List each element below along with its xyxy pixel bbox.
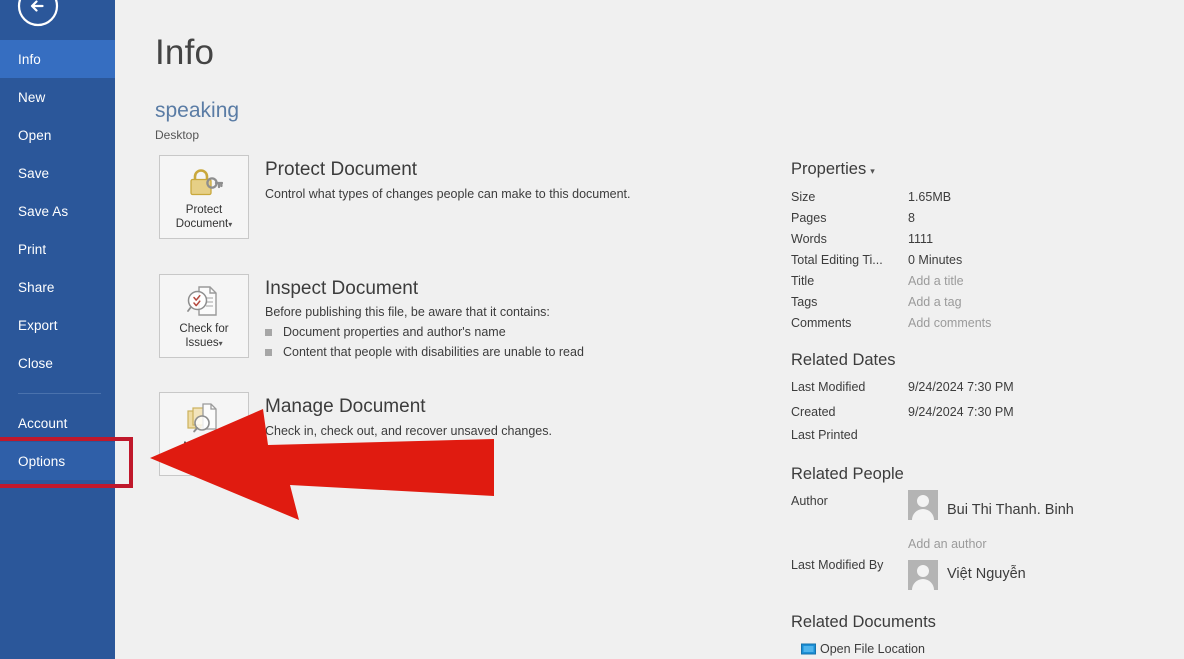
property-value-title[interactable]: Add a title [908, 274, 964, 288]
protect-document-button[interactable]: Protect Document▾ [159, 155, 249, 239]
chevron-down-icon[interactable]: ▾ [228, 220, 232, 229]
sidebar-item-label: Share [18, 279, 55, 295]
sidebar-item-label: Save [18, 165, 50, 181]
sidebar-item-label: Open [18, 127, 52, 143]
document-magnifier-icon [186, 283, 222, 319]
property-label-pages: Pages [791, 211, 827, 225]
sidebar-nav-list: Info New Open Save Save As Print Share E… [0, 40, 115, 480]
sidebar-item-save-as[interactable]: Save As [0, 192, 115, 230]
sidebar-item-open[interactable]: Open [0, 116, 115, 154]
protect-document-description: Control what types of changes people can… [265, 187, 631, 201]
chevron-down-icon[interactable]: ▾ [870, 166, 875, 176]
bullet-text: Document properties and author's name [283, 325, 506, 339]
property-value-size[interactable]: 1.65MB [908, 190, 951, 204]
related-documents-heading: Related Documents [791, 613, 936, 631]
sidebar-item-export[interactable]: Export [0, 306, 115, 344]
check-for-issues-button[interactable]: Check for Issues▾ [159, 274, 249, 358]
sidebar-item-print[interactable]: Print [0, 230, 115, 268]
manage-document-description: Check in, check out, and recover unsaved… [265, 424, 552, 438]
avatar-head [917, 565, 929, 577]
open-file-location-label: Open File Location [820, 642, 925, 656]
property-label-size: Size [791, 190, 816, 204]
inspect-document-bullet: Document properties and author's name [265, 325, 506, 339]
property-label-title: Title [791, 274, 815, 288]
bullet-square-icon [265, 328, 272, 336]
chevron-down-icon[interactable]: ▾ [219, 339, 223, 348]
property-value-pages[interactable]: 8 [908, 211, 915, 225]
avatar-body [912, 509, 934, 520]
sidebar-item-info[interactable]: Info [0, 40, 115, 78]
sidebar-item-save[interactable]: Save [0, 154, 115, 192]
protect-document-button-label: Protect Document▾ [175, 204, 233, 230]
last-modified-by-label: Last Modified By [791, 558, 884, 572]
sidebar-item-share[interactable]: Share [0, 268, 115, 306]
folder-open-icon [801, 643, 816, 655]
related-date-value-last-modified: 9/24/2024 7:30 PM [908, 380, 1014, 394]
sidebar-divider [18, 393, 101, 394]
avatar-head [917, 495, 929, 507]
sidebar-item-label: Save As [18, 203, 69, 219]
backstage-sidebar: Info New Open Save Save As Print Share E… [0, 0, 115, 659]
related-date-label-last-printed: Last Printed [791, 428, 858, 442]
sidebar-item-account[interactable]: Account [0, 404, 115, 442]
sidebar-item-label: New [18, 89, 46, 105]
padlock-key-icon [185, 164, 223, 200]
open-file-location-link[interactable]: Open File Location [801, 642, 925, 656]
inspect-document-description: Before publishing this file, be aware th… [265, 305, 550, 319]
property-value-tags[interactable]: Add a tag [908, 295, 962, 309]
manage-document-button[interactable]: Manage Document▾ [159, 392, 249, 476]
author-label: Author [791, 494, 828, 508]
bullet-text: Content that people with disabilities ar… [283, 345, 584, 359]
property-value-comments[interactable]: Add comments [908, 316, 991, 330]
bullet-square-icon [265, 348, 272, 356]
manage-document-button-label: Manage Document▾ [175, 441, 233, 467]
sidebar-item-label: Print [18, 241, 47, 257]
related-dates-heading: Related Dates [791, 351, 896, 369]
chevron-down-icon[interactable]: ▾ [228, 457, 232, 466]
sidebar-item-new[interactable]: New [0, 78, 115, 116]
related-people-heading: Related People [791, 465, 904, 483]
avatar [908, 560, 938, 590]
sidebar-item-label: Options [18, 453, 66, 469]
protect-document-title: Protect Document [265, 159, 418, 180]
sidebar-item-label: Info [18, 51, 41, 67]
inspect-document-bullet: Content that people with disabilities ar… [265, 345, 584, 359]
property-label-comments: Comments [791, 316, 852, 330]
word-backstage-info-screen: Info New Open Save Save As Print Share E… [0, 0, 1184, 659]
sidebar-item-options[interactable]: Options [0, 442, 115, 480]
check-for-issues-button-label: Check for Issues▾ [179, 323, 229, 349]
info-main-pane: Info speaking Desktop Protect Document▾ … [115, 0, 1184, 659]
sidebar-item-label: Close [18, 355, 54, 371]
related-date-value-created: 9/24/2024 7:30 PM [908, 405, 1014, 419]
sidebar-item-label: Account [18, 415, 68, 431]
last-modified-by-name[interactable]: Việt Nguyễn [947, 566, 1026, 582]
page-title: Info [155, 33, 215, 72]
avatar-body [912, 579, 934, 590]
author-name[interactable]: Bui Thi Thanh. Binh [947, 502, 1074, 518]
documents-stack-magnifier-icon [185, 401, 223, 437]
properties-heading[interactable]: Properties ▾ [791, 160, 875, 179]
property-value-words[interactable]: 1111 [908, 232, 933, 246]
property-label-tags: Tags [791, 295, 818, 309]
sidebar-item-close[interactable]: Close [0, 344, 115, 382]
info-right-panel: Properties ▾ Size 1.65MB Pages 8 Words 11… [791, 0, 1184, 659]
avatar [908, 490, 938, 520]
back-arrow-icon[interactable] [16, 0, 60, 28]
related-date-label-created: Created [791, 405, 836, 419]
inspect-document-title: Inspect Document [265, 278, 419, 299]
related-date-label-last-modified: Last Modified [791, 380, 866, 394]
document-path: Desktop [155, 128, 200, 142]
property-label-words: Words [791, 232, 827, 246]
property-label-total-editing-time: Total Editing Ti... [791, 253, 883, 267]
add-an-author-link[interactable]: Add an author [908, 537, 987, 551]
sidebar-item-label: Export [18, 317, 58, 333]
document-name[interactable]: speaking [155, 99, 239, 123]
property-value-total-editing-time[interactable]: 0 Minutes [908, 253, 962, 267]
manage-document-title: Manage Document [265, 396, 426, 417]
